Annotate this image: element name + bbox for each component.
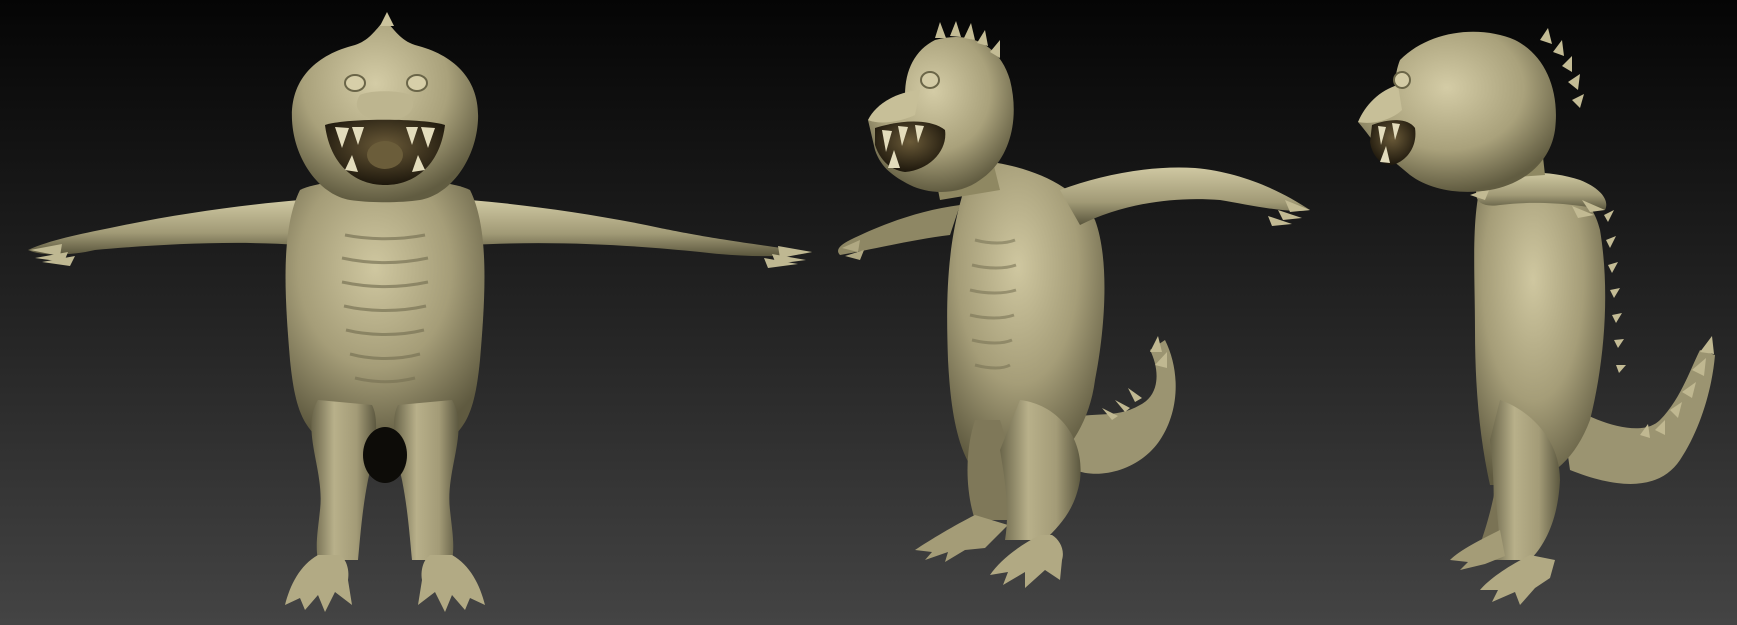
front-right-eye — [406, 74, 428, 92]
front-left-leg — [311, 400, 377, 560]
side-back-foot — [1450, 530, 1505, 570]
side-front-foot — [1480, 555, 1555, 605]
front-left-foot — [285, 555, 352, 612]
render-viewport — [0, 0, 1737, 625]
sculpt-render-canvas — [28, 12, 1715, 612]
front-right-leg — [393, 400, 459, 560]
three-quarter-view — [838, 21, 1310, 588]
tq-near-foot — [990, 535, 1063, 588]
tq-near-arm — [1060, 167, 1310, 225]
side-eye — [1393, 71, 1411, 89]
front-right-foot — [418, 555, 485, 612]
front-view — [28, 12, 812, 612]
front-left-eye — [344, 74, 366, 92]
front-torso — [285, 178, 485, 435]
side-view — [1358, 28, 1715, 605]
front-left-arm — [28, 200, 300, 255]
tq-eye — [920, 71, 940, 89]
front-right-arm — [470, 200, 812, 257]
